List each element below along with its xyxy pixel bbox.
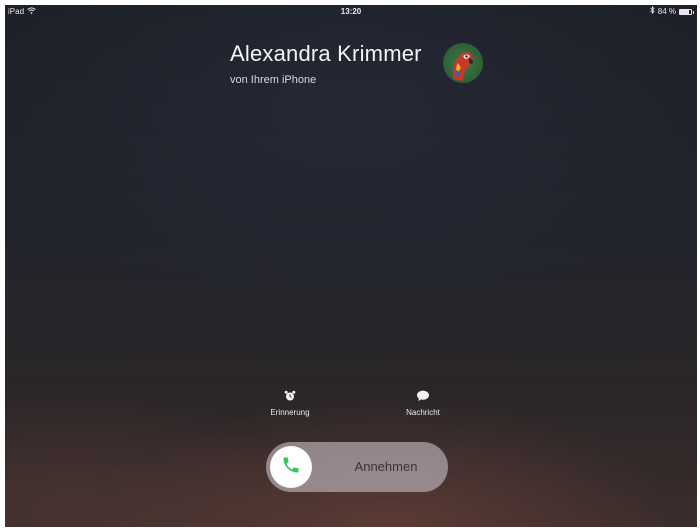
status-bar: iPad 13:20 84 % — [5, 5, 697, 19]
incoming-call-screen: iPad 13:20 84 % Alexandra Krimmer von Ih… — [5, 5, 697, 527]
phone-icon — [281, 455, 301, 480]
battery-tip — [693, 10, 694, 14]
remind-me-label: Erinnerung — [270, 408, 310, 417]
battery-icon — [679, 9, 692, 15]
remind-me-button[interactable]: Erinnerung — [245, 388, 335, 417]
speech-bubble-icon — [378, 388, 468, 404]
bluetooth-icon — [649, 5, 655, 19]
answer-label: Annehmen — [354, 459, 418, 474]
caller-name: Alexandra Krimmer — [230, 41, 422, 66]
clock: 13:20 — [340, 7, 362, 16]
parrot-avatar — [443, 43, 483, 83]
message-label: Nachricht — [406, 408, 440, 417]
battery-level — [680, 10, 690, 14]
caller-subtitle: von Ihrem iPhone — [230, 74, 317, 86]
battery-percentage: 84 % — [657, 7, 676, 16]
answer-slider[interactable]: Annehmen — [266, 442, 448, 492]
message-button[interactable]: Nachricht — [378, 388, 468, 417]
answer-slider-knob[interactable] — [270, 446, 312, 488]
alarm-clock-icon — [245, 388, 335, 404]
